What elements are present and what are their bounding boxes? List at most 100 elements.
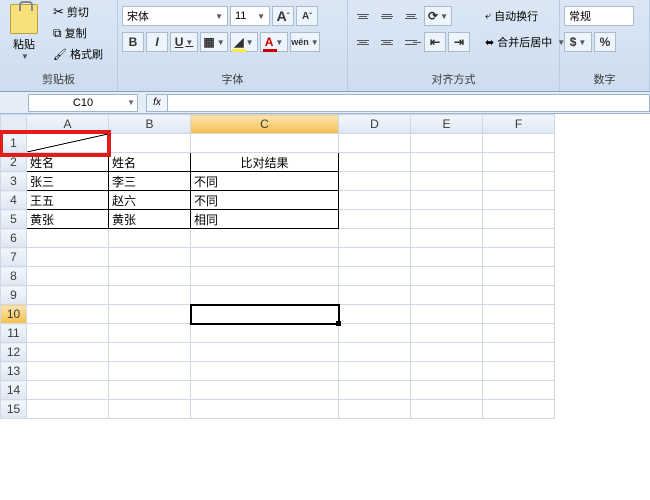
column-header-F[interactable]: F [483, 115, 555, 134]
font-color-button[interactable]: A▼ [260, 32, 288, 52]
orientation-button[interactable]: ⟳▼ [424, 6, 452, 26]
cell-C10[interactable] [191, 305, 339, 324]
align-left-button[interactable] [352, 33, 374, 51]
cell-F8[interactable] [483, 267, 555, 286]
cell-A9[interactable] [27, 286, 109, 305]
cell-F3[interactable] [483, 172, 555, 191]
cell-F2[interactable] [483, 153, 555, 172]
cell-C8[interactable] [191, 267, 339, 286]
cell-A2[interactable]: 姓名 [27, 153, 109, 172]
row-header-2[interactable]: 2 [1, 153, 27, 172]
cell-C3[interactable]: 不同 [191, 172, 339, 191]
cell-A11[interactable] [27, 324, 109, 343]
align-center-button[interactable] [376, 33, 398, 51]
column-header-D[interactable]: D [339, 115, 411, 134]
cell-D9[interactable] [339, 286, 411, 305]
row-header-7[interactable]: 7 [1, 248, 27, 267]
cell-A3[interactable]: 张三 [27, 172, 109, 191]
cell-A6[interactable] [27, 229, 109, 248]
row-header-13[interactable]: 13 [1, 362, 27, 381]
cell-B12[interactable] [109, 343, 191, 362]
borders-button[interactable]: ▦▼ [200, 32, 228, 52]
cell-D14[interactable] [339, 381, 411, 400]
cell-D2[interactable] [339, 153, 411, 172]
number-format-select[interactable]: 常规 [564, 6, 634, 26]
align-bottom-button[interactable] [400, 7, 422, 25]
cell-A12[interactable] [27, 343, 109, 362]
cell-F4[interactable] [483, 191, 555, 210]
cell-A14[interactable] [27, 381, 109, 400]
cell-A8[interactable] [27, 267, 109, 286]
cell-D3[interactable] [339, 172, 411, 191]
cell-E5[interactable] [411, 210, 483, 229]
row-header-14[interactable]: 14 [1, 381, 27, 400]
cell-E12[interactable] [411, 343, 483, 362]
row-header-5[interactable]: 5 [1, 210, 27, 229]
format-painter-button[interactable]: 格式刷 [48, 44, 108, 64]
cell-C4[interactable]: 不同 [191, 191, 339, 210]
fx-button[interactable]: fx [146, 94, 168, 112]
cell-E3[interactable] [411, 172, 483, 191]
cell-A10[interactable] [27, 305, 109, 324]
column-header-A[interactable]: A [27, 115, 109, 134]
cell-A7[interactable] [27, 248, 109, 267]
increase-indent-button[interactable]: ⇥ [448, 32, 470, 52]
cell-B15[interactable] [109, 400, 191, 419]
formula-input[interactable] [168, 94, 650, 112]
cell-B2[interactable]: 姓名 [109, 153, 191, 172]
cell-F10[interactable] [483, 305, 555, 324]
row-header-9[interactable]: 9 [1, 286, 27, 305]
accounting-format-button[interactable]: $▼ [564, 32, 592, 52]
name-box[interactable]: C10 ▼ [28, 94, 138, 112]
column-header-B[interactable]: B [109, 115, 191, 134]
cell-D11[interactable] [339, 324, 411, 343]
cell-D15[interactable] [339, 400, 411, 419]
underline-button[interactable]: U▼ [170, 32, 198, 52]
cell-A5[interactable]: 黄张 [27, 210, 109, 229]
row-header-6[interactable]: 6 [1, 229, 27, 248]
decrease-indent-button[interactable]: ⇤ [424, 32, 446, 52]
cell-D5[interactable] [339, 210, 411, 229]
cell-C15[interactable] [191, 400, 339, 419]
cell-E2[interactable] [411, 153, 483, 172]
cell-F5[interactable] [483, 210, 555, 229]
cell-E4[interactable] [411, 191, 483, 210]
cell-C11[interactable] [191, 324, 339, 343]
cell-E13[interactable] [411, 362, 483, 381]
cell-B1[interactable] [109, 134, 191, 153]
percent-button[interactable]: % [594, 32, 616, 52]
row-header-1[interactable]: 1 [1, 134, 27, 153]
cell-E8[interactable] [411, 267, 483, 286]
cell-B8[interactable] [109, 267, 191, 286]
cell-C12[interactable] [191, 343, 339, 362]
cell-B5[interactable]: 黄张 [109, 210, 191, 229]
italic-button[interactable]: I [146, 32, 168, 52]
cell-D13[interactable] [339, 362, 411, 381]
cell-E7[interactable] [411, 248, 483, 267]
cell-B9[interactable] [109, 286, 191, 305]
paste-button[interactable]: 粘贴 ▼ [4, 2, 44, 62]
column-header-E[interactable]: E [411, 115, 483, 134]
cell-C6[interactable] [191, 229, 339, 248]
row-header-8[interactable]: 8 [1, 267, 27, 286]
bold-button[interactable]: B [122, 32, 144, 52]
cell-D6[interactable] [339, 229, 411, 248]
cell-C9[interactable] [191, 286, 339, 305]
cell-D7[interactable] [339, 248, 411, 267]
cell-B10[interactable] [109, 305, 191, 324]
fill-color-button[interactable]: ◢▼ [230, 32, 258, 52]
row-header-3[interactable]: 3 [1, 172, 27, 191]
cell-C2[interactable]: 比对结果 [191, 153, 339, 172]
cell-F9[interactable] [483, 286, 555, 305]
cut-button[interactable]: 剪切 [48, 2, 108, 22]
cell-D8[interactable] [339, 267, 411, 286]
cell-F14[interactable] [483, 381, 555, 400]
cell-A4[interactable]: 王五 [27, 191, 109, 210]
increase-font-button[interactable]: Aˆ [272, 6, 294, 26]
row-header-4[interactable]: 4 [1, 191, 27, 210]
cell-B13[interactable] [109, 362, 191, 381]
copy-button[interactable]: 复制 [48, 23, 108, 43]
cell-F13[interactable] [483, 362, 555, 381]
cell-E9[interactable] [411, 286, 483, 305]
phonetic-button[interactable]: wén▼ [290, 32, 320, 52]
